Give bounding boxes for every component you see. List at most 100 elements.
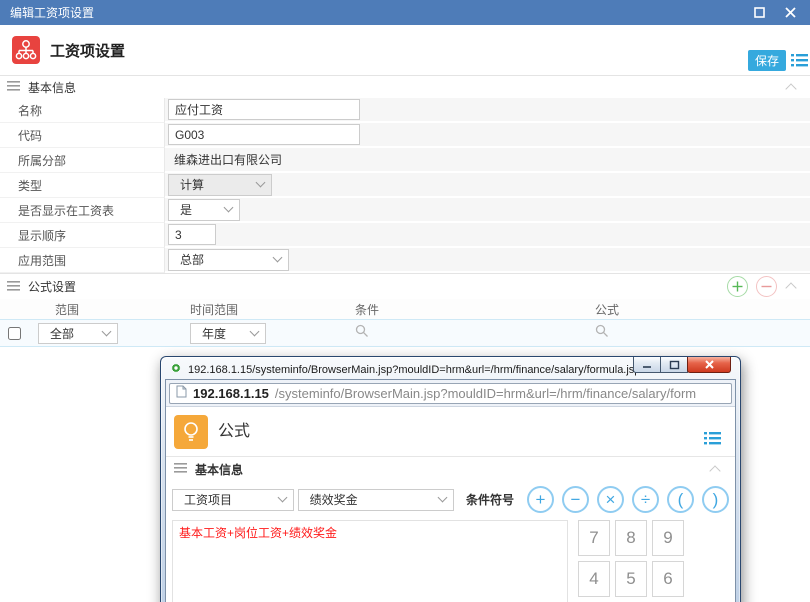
salary-item-value: 工资项目 (184, 493, 233, 507)
restore-icon[interactable] (660, 357, 688, 373)
apply-scope-select[interactable]: 总部 (168, 248, 289, 271)
field-label: 代码 (0, 123, 165, 148)
code-input[interactable] (168, 124, 360, 145)
address-field[interactable]: 192.168.1.15/systeminfo/BrowserMain.jsp?… (169, 382, 732, 404)
menu-list-icon[interactable] (704, 431, 721, 450)
form-row-department: 所属分部 维森进出口有限公司 (0, 148, 810, 173)
type-select: 计算 (168, 173, 272, 196)
org-chart-icon (12, 36, 40, 64)
show-in-table-value: 是 (180, 203, 193, 217)
condition-symbols-label: 条件符号 (465, 493, 514, 507)
page-doc-icon (176, 385, 187, 401)
maximize-icon[interactable] (754, 7, 765, 18)
section-title: 基本信息 (28, 80, 77, 95)
formula-editor: 基本工资+岗位工资+绩效奖金 7 8 9 4 5 6 1 2 3 (166, 518, 735, 602)
bonus-select[interactable]: 绩效奖金 (297, 488, 454, 511)
formula-table-header: 范围 时间范围 条件 公式 (0, 299, 810, 320)
col-time-range: 时间范围 (190, 302, 239, 317)
page-title: 工资项设置 (50, 42, 126, 60)
field-label: 应用范围 (0, 248, 165, 273)
url-host: 192.168.1.15 (193, 385, 269, 401)
bonus-value: 绩效奖金 (309, 493, 358, 507)
formula-table-row: 全部 年度 (0, 320, 810, 347)
plus-button[interactable]: + (527, 486, 554, 513)
edit-salary-item-window: 编辑工资项设置 工资项设置 保存 基本信息 名称 应付工资 代码 G003 所属… (0, 0, 810, 602)
close-icon[interactable] (785, 7, 796, 18)
collapse-icon[interactable] (709, 464, 721, 477)
form-row-display-order: 显示顺序 (0, 223, 810, 248)
add-row-button[interactable] (727, 276, 748, 297)
type-value: 计算 (180, 178, 205, 192)
chevron-down-icon (249, 326, 260, 336)
section-bars-icon (7, 80, 20, 94)
popup-page-title: 公式 (218, 423, 251, 440)
keypad-key[interactable]: 7 (578, 520, 610, 556)
section-basic-info: 基本信息 (0, 75, 810, 98)
basic-info-form: 名称 代码 所属分部 维森进出口有限公司 类型 计算 是否显示在工资表 是 (0, 98, 810, 273)
url-path: /systeminfo/BrowserMain.jsp?mouldID=hrm&… (274, 385, 697, 401)
chevron-down-icon (437, 492, 448, 503)
formula-controls: 工资项目 绩效奖金 条件符号 + − × ÷ ( ) (166, 481, 735, 518)
formula-search-icon[interactable] (595, 324, 609, 343)
collapse-icon[interactable] (785, 82, 797, 95)
col-scope: 范围 (55, 302, 80, 317)
open-paren-button[interactable]: ( (667, 486, 694, 513)
numeric-keypad: 7 8 9 4 5 6 1 2 3 (578, 520, 684, 602)
field-label: 类型 (0, 173, 165, 198)
scope-select[interactable]: 全部 (38, 322, 118, 344)
form-row-show-in-table: 是否显示在工资表 是 (0, 198, 810, 223)
chevron-down-icon (272, 252, 283, 263)
menu-list-icon[interactable] (791, 53, 808, 72)
save-button[interactable]: 保存 (748, 50, 786, 71)
keypad-key[interactable]: 5 (615, 561, 647, 597)
apply-scope-value: 总部 (180, 253, 205, 267)
formula-expression-area[interactable]: 基本工资+岗位工资+绩效奖金 (172, 520, 568, 602)
popup-window-title: 192.168.1.15/systeminfo/BrowserMain.jsp?… (188, 363, 644, 376)
chevron-down-icon (223, 202, 234, 213)
lightbulb-icon (174, 415, 208, 449)
field-label: 名称 (0, 98, 165, 123)
keypad-key[interactable]: 9 (652, 520, 684, 556)
popup-window-controls (633, 357, 731, 373)
col-formula: 公式 (595, 302, 620, 317)
section-formula: 公式设置 (0, 273, 810, 299)
section-title: 公式设置 (28, 280, 77, 294)
multiply-button[interactable]: × (597, 486, 624, 513)
window-titlebar: 编辑工资项设置 (0, 0, 810, 25)
col-condition: 条件 (355, 302, 380, 317)
formula-popup-window: 192.168.1.15/systeminfo/BrowserMain.jsp?… (160, 356, 741, 602)
remove-row-button[interactable] (756, 276, 777, 297)
popup-page-header: 公式 (166, 407, 735, 456)
keypad-key[interactable]: 6 (652, 561, 684, 597)
minimize-icon[interactable] (633, 357, 661, 373)
department-value: 维森进出口有限公司 (174, 153, 283, 167)
popup-section-basic-info: 基本信息 (166, 456, 735, 481)
field-label: 显示顺序 (0, 223, 165, 248)
section-bars-icon (174, 462, 187, 476)
salary-item-select[interactable]: 工资项目 (172, 488, 294, 511)
close-icon[interactable] (687, 357, 731, 373)
row-checkbox[interactable] (8, 326, 21, 340)
divide-button[interactable]: ÷ (632, 486, 659, 513)
keypad-key[interactable]: 4 (578, 561, 610, 597)
page-header: 工资项设置 保存 (0, 25, 810, 75)
close-paren-button[interactable]: ) (702, 486, 729, 513)
name-input[interactable] (168, 99, 360, 120)
address-bar: 192.168.1.15/systeminfo/BrowserMain.jsp?… (166, 380, 735, 407)
scope-value: 全部 (50, 326, 75, 341)
chevron-down-icon (255, 177, 266, 188)
green-gear-icon (169, 361, 183, 378)
show-in-table-select[interactable]: 是 (168, 198, 240, 221)
minus-button[interactable]: − (562, 486, 589, 513)
window-title: 编辑工资项设置 (10, 6, 95, 20)
display-order-input[interactable] (168, 224, 216, 245)
time-range-select[interactable]: 年度 (190, 322, 266, 344)
collapse-icon[interactable] (785, 282, 797, 294)
form-row-type: 类型 计算 (0, 173, 810, 198)
chevron-down-icon (101, 326, 112, 336)
condition-search-icon[interactable] (355, 324, 369, 343)
field-label: 所属分部 (0, 148, 165, 173)
keypad-key[interactable]: 8 (615, 520, 647, 556)
form-row-scope: 应用范围 总部 (0, 248, 810, 273)
form-row-name: 名称 (0, 98, 810, 123)
